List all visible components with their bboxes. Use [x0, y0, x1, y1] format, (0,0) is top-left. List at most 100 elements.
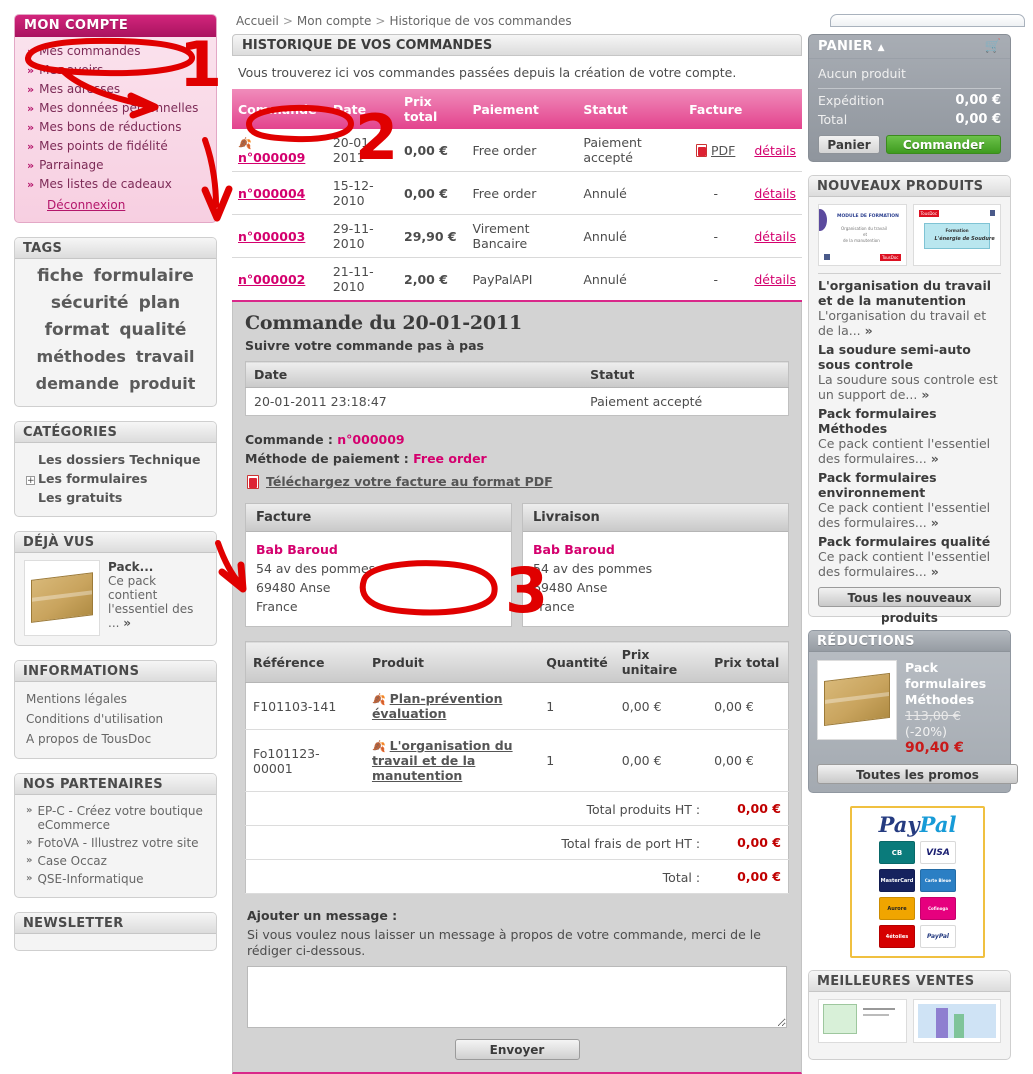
table-row[interactable]: n°000003 29-11-2010 29,90 € Virement Ban…	[232, 214, 802, 258]
send-message-button[interactable]: Envoyer	[454, 1039, 580, 1060]
product-qty: 1	[539, 729, 615, 792]
details-link[interactable]: détails	[754, 186, 796, 201]
sidebar-item-mes-avoirs[interactable]: » Mes avoirs	[21, 61, 210, 80]
tag-methodes[interactable]: méthodes	[37, 347, 126, 366]
product-name[interactable]: Pack...	[108, 560, 207, 574]
recently-viewed-product[interactable]: Pack... Ce pack contient l'essentiel des…	[24, 560, 207, 636]
all-new-products-button[interactable]: Tous les nouveaux produits	[818, 587, 1001, 625]
logout-link[interactable]: Déconnexion	[47, 198, 125, 212]
message-textarea[interactable]	[247, 966, 787, 1028]
list-item[interactable]: Pack formulaires Méthodes Ce pack contie…	[818, 402, 1001, 466]
new-product-name[interactable]: L'organisation du travail et de la manut…	[818, 278, 1001, 308]
pdf-icon[interactable]	[247, 474, 259, 489]
category-les-gratuits[interactable]: Les gratuits	[24, 488, 207, 507]
product-thumbnail[interactable]	[912, 999, 1001, 1043]
col-prix-unitaire: Prix unitaire	[614, 641, 708, 683]
tag-demande[interactable]: demande	[36, 374, 119, 393]
pdf-link[interactable]: PDF	[711, 143, 735, 158]
invoice-download-link[interactable]: Téléchargez votre facture au format PDF	[266, 474, 553, 489]
invoice-address-line: France	[256, 599, 298, 614]
product-thumbnail[interactable]	[817, 660, 897, 740]
category-les-formulaires[interactable]: + Les formulaires	[24, 469, 207, 488]
info-mentions-legales[interactable]: Mentions légales	[24, 689, 207, 709]
table-row[interactable]: 🍂 n°000009 20-01-2011 0,00 € Free order …	[232, 129, 802, 172]
new-product-name[interactable]: Pack formulaires qualité	[818, 534, 1001, 549]
sidebar-item-donnees-personnelles[interactable]: » Mes données personnelles	[21, 99, 210, 118]
tag-travail[interactable]: travail	[136, 347, 195, 366]
details-link[interactable]: détails	[754, 143, 796, 158]
more-chevron-icon[interactable]: »	[123, 616, 131, 630]
caret-up-icon[interactable]: ▲	[878, 43, 885, 53]
list-item[interactable]: La soudure semi-auto sous controle La so…	[818, 338, 1001, 402]
breadcrumb-account[interactable]: Mon compte	[297, 14, 371, 28]
all-promos-button[interactable]: Toutes les promos	[817, 764, 1018, 784]
table-row[interactable]: n°000004 15-12-2010 0,00 € Free order An…	[232, 171, 802, 215]
view-cart-button[interactable]: Panier	[818, 135, 880, 154]
partner-fotova[interactable]: » FotoVA - Illustrez votre site	[24, 834, 207, 852]
sidebar-item-points-fidelite[interactable]: » Mes points de fidélité	[21, 137, 210, 156]
order-number-link[interactable]: n°000002	[238, 272, 305, 287]
partner-qse-informatique[interactable]: » QSE-Informatique	[24, 870, 207, 888]
more-chevron-icon[interactable]: »	[921, 387, 929, 402]
more-chevron-icon[interactable]: »	[931, 451, 939, 466]
sidebar-item-mes-adresses[interactable]: » Mes adresses	[21, 80, 210, 99]
new-product-name[interactable]: Pack formulaires Méthodes	[818, 406, 1001, 436]
more-chevron-icon[interactable]: »	[931, 564, 939, 579]
card-visa-icon: VISA	[920, 841, 956, 864]
grand-total-value: 0,00 €	[707, 859, 789, 894]
category-dossiers-technique[interactable]: Les dossiers Technique	[24, 450, 207, 469]
product-thumbnail[interactable]	[24, 560, 100, 636]
breadcrumb-home[interactable]: Accueil	[236, 14, 279, 28]
paypal-banner[interactable]: PayPal CB VISA MasterCard Carte Bleue Au…	[850, 806, 985, 958]
more-chevron-icon[interactable]: »	[931, 515, 939, 530]
new-product-name[interactable]: La soudure semi-auto sous controle	[818, 342, 1001, 372]
product-thumbnail[interactable]: TousDoc Formation L'énergie de Soudure	[912, 204, 1001, 266]
cart-header[interactable]: PANIER ▲ 🛒	[809, 35, 1010, 59]
product-thumbnail[interactable]	[818, 999, 907, 1043]
list-item[interactable]: Pack formulaires qualité Ce pack contien…	[818, 530, 1001, 579]
tag-produit[interactable]: produit	[129, 374, 195, 393]
list-item[interactable]: Pack formulaires environnement Ce pack c…	[818, 466, 1001, 530]
cart-buttons: Panier Commander	[809, 127, 1010, 154]
sidebar-item-listes-cadeaux[interactable]: » Mes listes de cadeaux	[21, 175, 210, 194]
col-reference: Référence	[245, 641, 365, 683]
product-link[interactable]: Plan-prévention évaluation	[372, 691, 503, 721]
partner-case-occaz[interactable]: » Case Occaz	[24, 852, 207, 870]
checkout-button[interactable]: Commander	[886, 135, 1001, 154]
new-product-desc: La soudure sous controle est un support …	[818, 372, 998, 402]
product-link[interactable]: L'organisation du travail et de la manut…	[372, 738, 513, 783]
order-number-link[interactable]: n°000004	[238, 186, 305, 201]
tag-securite[interactable]: sécurité	[51, 293, 129, 313]
more-chevron-icon[interactable]: »	[865, 323, 873, 338]
expand-plus-icon[interactable]: +	[26, 476, 35, 486]
tag-plan[interactable]: plan	[139, 293, 181, 313]
sidebar-item-mes-commandes[interactable]: » Mes commandes	[21, 42, 210, 61]
cart-icon[interactable]: 🛒	[985, 39, 1002, 54]
sidebar-item-bons-reductions[interactable]: » Mes bons de réductions	[21, 118, 210, 137]
product-thumbnail[interactable]: MODULE DE FORMATION Organisation du trav…	[818, 204, 907, 266]
order-date: 15-12-2010	[326, 171, 398, 215]
info-conditions-utilisation[interactable]: Conditions d'utilisation	[24, 709, 207, 729]
table-row[interactable]: n°000002 21-11-2010 2,00 € PayPalAPI Ann…	[232, 257, 802, 302]
total-shipping-value: 0,00 €	[707, 825, 789, 860]
order-number-link[interactable]: n°000003	[238, 229, 305, 244]
search-input[interactable]	[830, 14, 1025, 27]
tag-qualite[interactable]: qualité	[119, 320, 186, 340]
order-number-link[interactable]: n°000009	[238, 150, 305, 165]
product-leaf-icon: 🍂	[238, 137, 252, 150]
list-item[interactable]: L'organisation du travail et de la manut…	[818, 274, 1001, 338]
tag-format[interactable]: format	[45, 320, 110, 340]
sidebar-item-parrainage[interactable]: » Parrainage	[21, 156, 210, 175]
new-product-name[interactable]: Pack formulaires environnement	[818, 470, 1001, 500]
details-link[interactable]: détails	[754, 272, 796, 287]
pdf-icon[interactable]	[696, 143, 708, 157]
col-facture: Facture	[683, 89, 749, 129]
invoice-address-line: 54 av des pommes	[256, 561, 376, 576]
tag-formulaire[interactable]: formulaire	[93, 266, 193, 286]
partner-ep-c[interactable]: » EP-C - Créez votre boutique eCommerce	[24, 802, 207, 834]
discount-product-name[interactable]: Pack formulaires Méthodes	[905, 660, 1002, 708]
tag-fiche[interactable]: fiche	[37, 266, 83, 286]
details-link[interactable]: détails	[754, 229, 796, 244]
info-a-propos[interactable]: A propos de TousDoc	[24, 729, 207, 749]
my-account-menu: » Mes commandes » Mes avoirs » Mes adres…	[15, 37, 216, 222]
